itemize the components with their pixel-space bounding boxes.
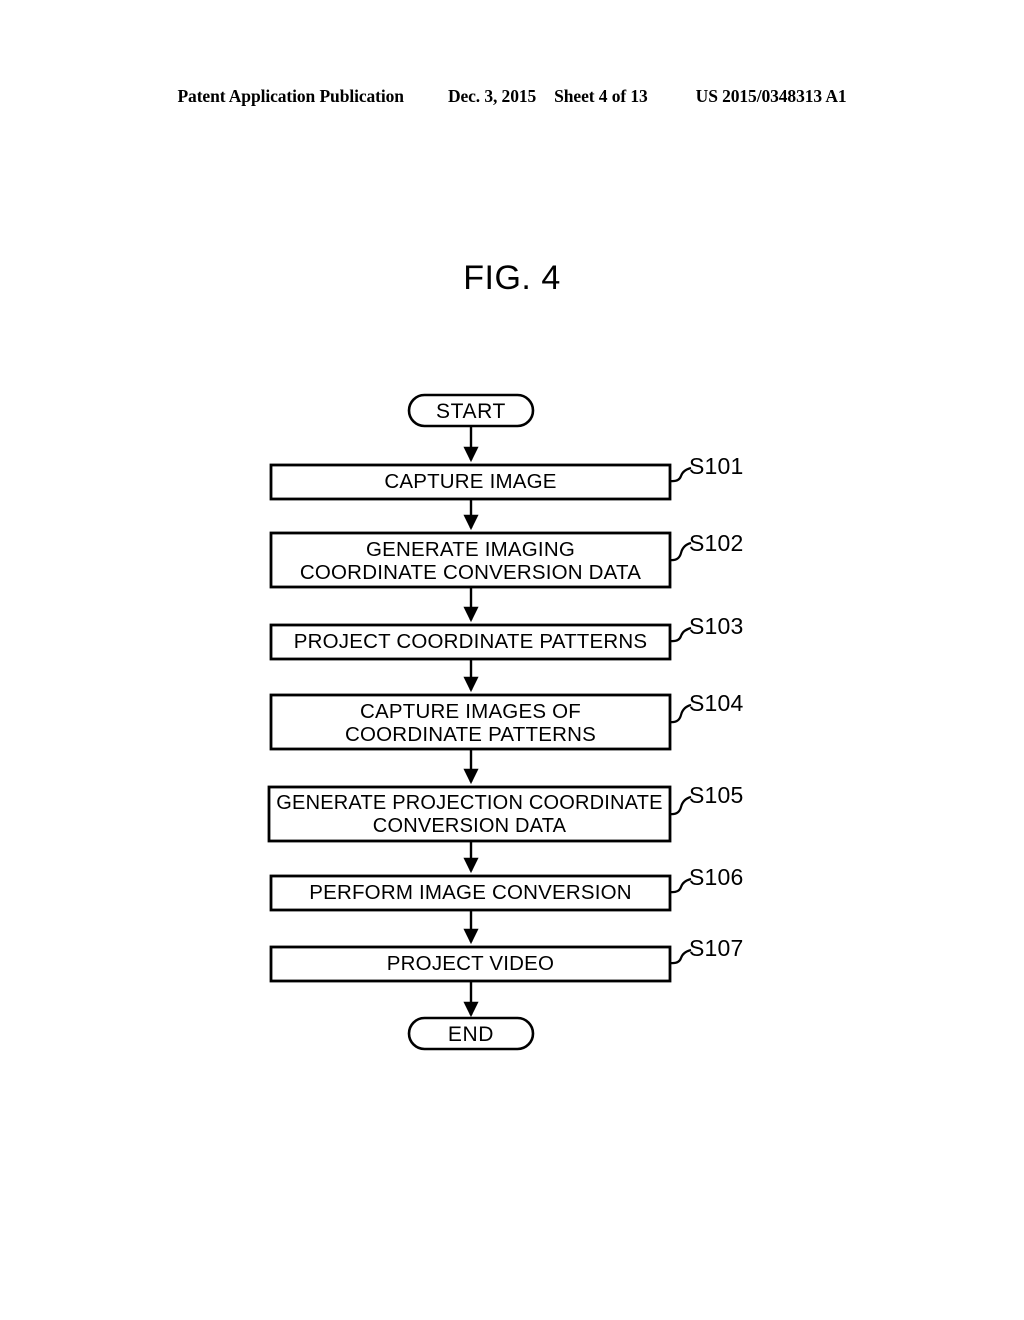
step-ref-s105: S105 (689, 782, 744, 808)
step-ref-s106: S106 (689, 864, 744, 890)
process-box-s105 (267, 785, 672, 843)
process-box-s101 (269, 463, 672, 501)
step-ref-s104: S104 (689, 690, 744, 716)
step-ref-s103: S103 (689, 613, 744, 639)
leader-line-s104 (669, 703, 692, 724)
process-box-s107 (269, 945, 672, 983)
terminal-end (407, 1016, 535, 1051)
leader-line-s105 (669, 795, 692, 816)
terminal-start (407, 393, 535, 428)
flowchart-diagram (267, 393, 692, 1051)
leader-line-s103 (669, 626, 692, 643)
process-box-s104 (269, 693, 672, 751)
process-box-s106 (269, 874, 672, 912)
step-ref-s102: S102 (689, 530, 744, 556)
process-box-s103 (269, 623, 672, 661)
leader-line-s107 (669, 948, 692, 965)
leader-line-s102 (669, 541, 692, 562)
step-ref-s107: S107 (689, 935, 744, 961)
process-box-s102 (269, 531, 672, 589)
leader-line-s101 (669, 466, 692, 483)
step-ref-s101: S101 (689, 453, 744, 479)
leader-line-s106 (669, 877, 692, 894)
